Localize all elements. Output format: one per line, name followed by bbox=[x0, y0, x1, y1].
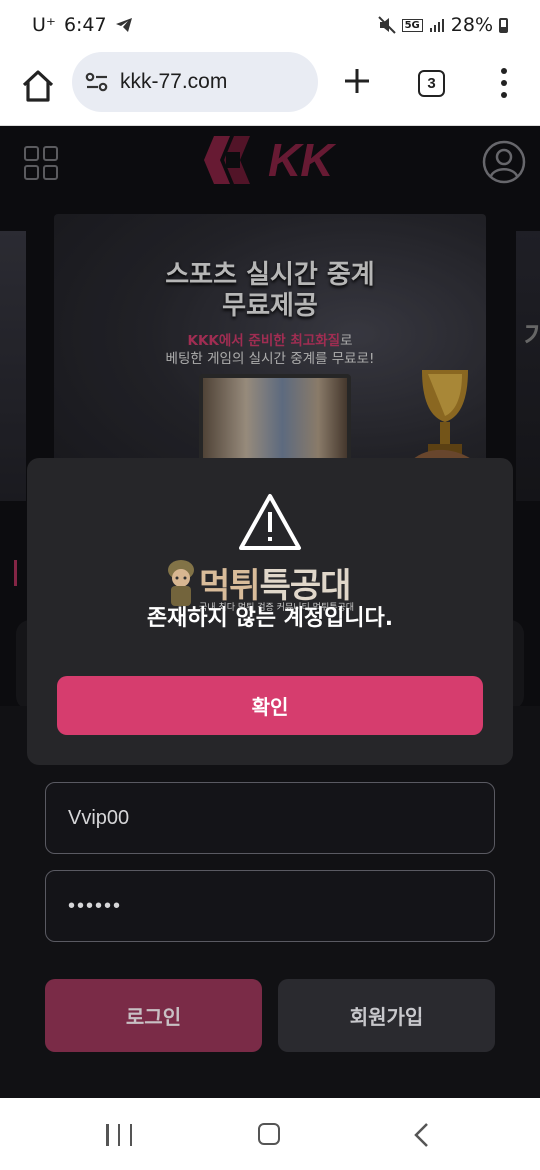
alert-message: 존재하지 않는 계정입니다. bbox=[146, 606, 394, 631]
telegram-icon bbox=[115, 18, 132, 32]
signal-icon bbox=[429, 19, 444, 32]
battery-percent: 28% bbox=[450, 14, 493, 36]
clock: 6:47 bbox=[63, 14, 107, 36]
confirm-button[interactable]: 확인 bbox=[57, 676, 483, 735]
battery-icon bbox=[499, 17, 508, 33]
status-bar: U⁺ 6:47 5G 28% bbox=[0, 0, 540, 52]
browser-toolbar: kkk-77.com 3 bbox=[0, 52, 540, 126]
tab-switcher-button[interactable]: 3 bbox=[418, 70, 445, 97]
site-header: KK bbox=[0, 126, 540, 206]
recent-apps-icon[interactable] bbox=[106, 1124, 132, 1146]
home-button-icon[interactable] bbox=[258, 1123, 280, 1145]
banner-subtitle: KKK에서 준비한 최고화질로 베팅한 게임의 실시간 중계를 무료로! bbox=[165, 333, 375, 367]
address-bar[interactable]: kkk-77.com bbox=[72, 52, 318, 112]
logo-text: KK bbox=[268, 134, 333, 186]
password-input[interactable]: •••••• bbox=[45, 870, 495, 942]
more-menu-icon[interactable] bbox=[494, 68, 514, 98]
new-tab-icon[interactable] bbox=[340, 64, 374, 98]
mute-icon bbox=[377, 16, 396, 34]
section-marker bbox=[14, 560, 17, 586]
banner-next-peek[interactable] bbox=[516, 231, 540, 501]
site-logo[interactable]: KK bbox=[200, 132, 333, 188]
banner-prev-peek[interactable] bbox=[0, 231, 26, 501]
signup-button[interactable]: 회원가입 bbox=[278, 979, 495, 1052]
warning-icon bbox=[239, 494, 301, 550]
carrier-label: U⁺ bbox=[32, 14, 56, 36]
menu-grid-icon[interactable] bbox=[24, 146, 58, 180]
login-button[interactable]: 로그인 bbox=[45, 979, 262, 1052]
back-icon[interactable] bbox=[412, 1122, 432, 1148]
home-icon[interactable] bbox=[18, 66, 58, 106]
network-badge: 5G bbox=[401, 18, 423, 32]
url-text[interactable]: kkk-77.com bbox=[120, 70, 227, 94]
banner-title: 스포츠 실시간 중계 무료제공 bbox=[165, 260, 375, 321]
tv-image bbox=[199, 374, 351, 464]
web-page: KK 기 스포츠 실시간 중계 무료제공 KKK에서 준비한 최고화질로 베팅한… bbox=[0, 126, 540, 1098]
site-settings-icon[interactable] bbox=[84, 71, 110, 93]
banner-next-text: 기 bbox=[524, 322, 540, 352]
alert-dialog: 먹튀특공대 국내 최다 먹튀 검증 커뮤니티 먹튀특공대 존재하지 않는 계정입… bbox=[27, 458, 513, 765]
username-input[interactable]: Vvip00 bbox=[45, 782, 495, 854]
tab-count: 3 bbox=[427, 75, 436, 92]
logo-mark-icon bbox=[204, 136, 250, 184]
user-account-icon[interactable] bbox=[482, 140, 526, 184]
system-nav-bar bbox=[0, 1098, 540, 1170]
